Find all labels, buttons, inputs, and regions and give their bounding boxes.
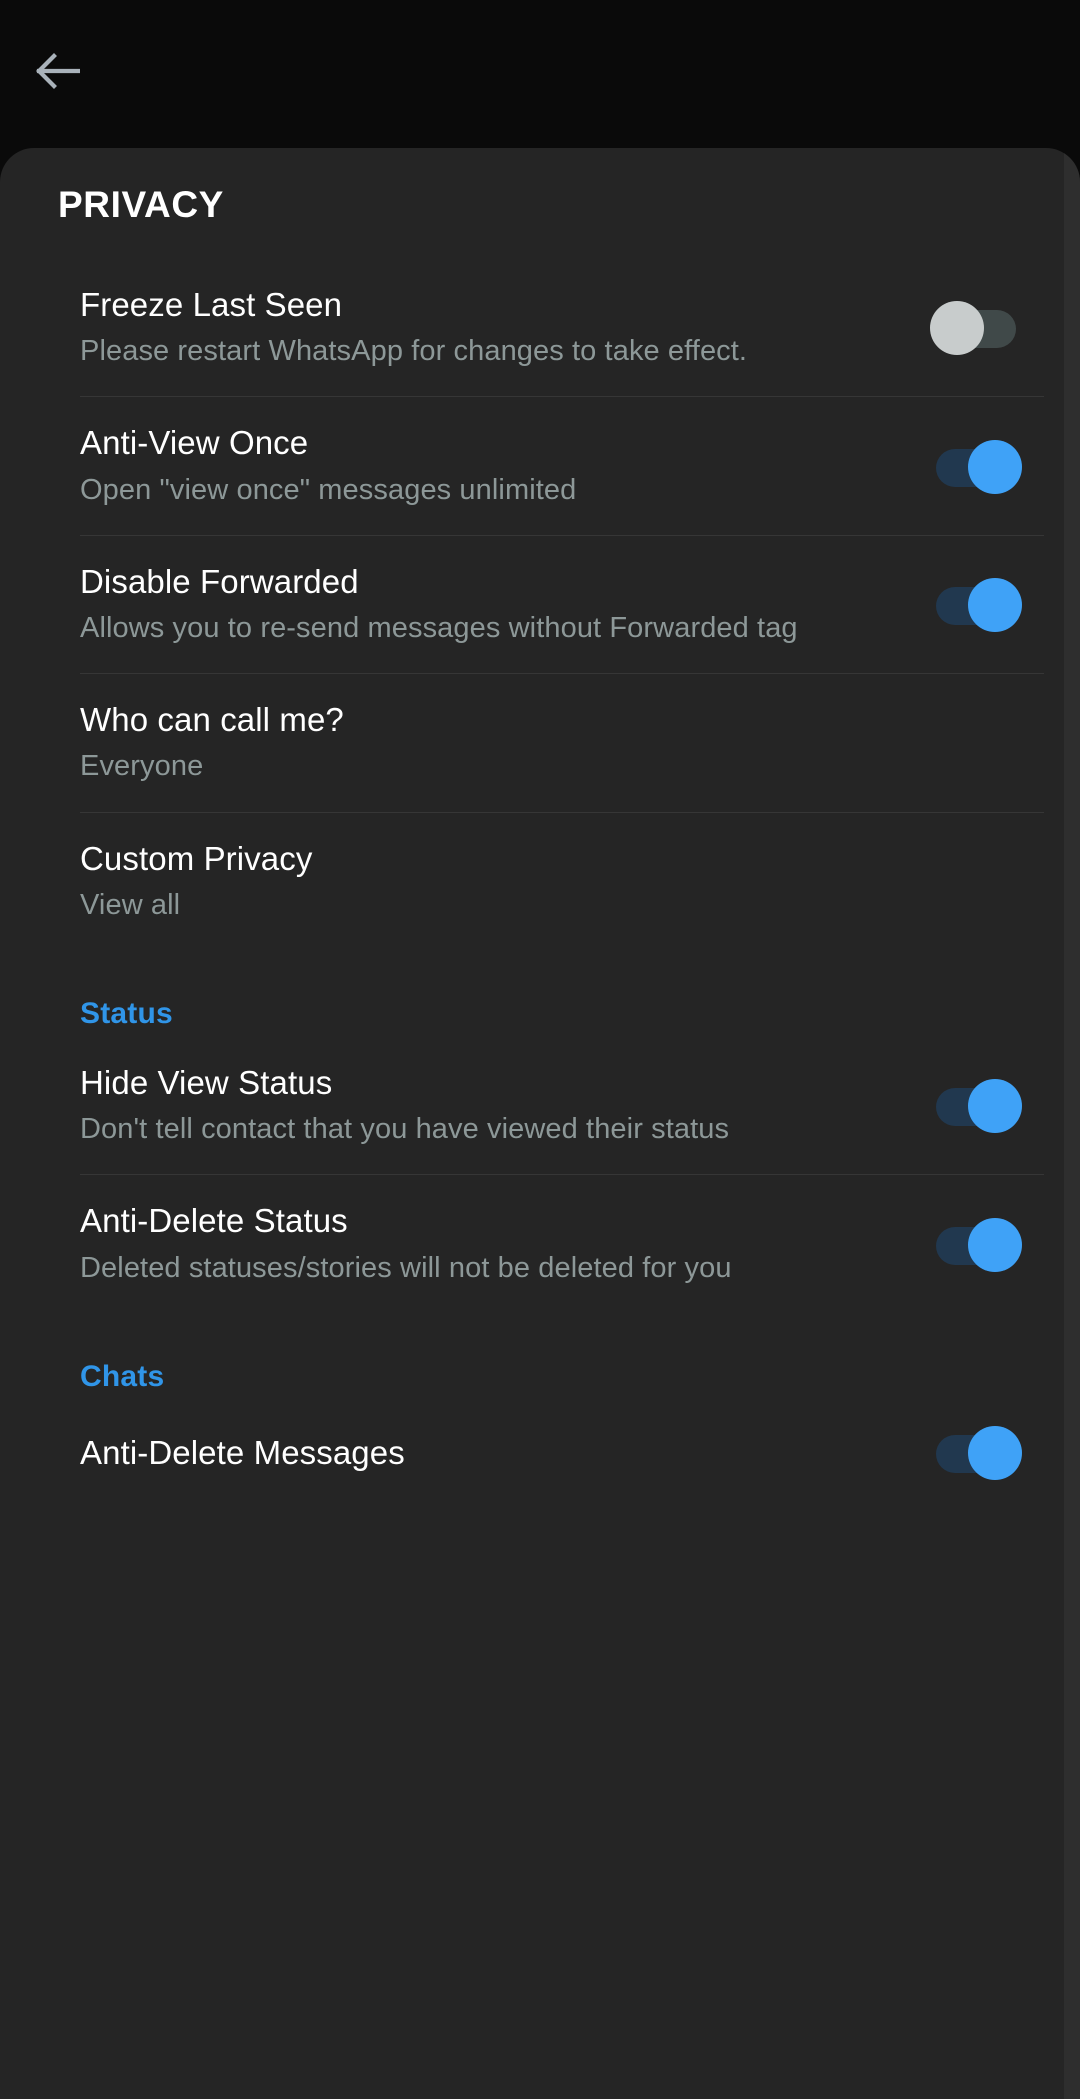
list-item-title: Hide View Status <box>80 1063 333 1101</box>
list-item-text: Anti-View Once Open "view once" messages… <box>80 423 830 509</box>
toggle-thumb <box>968 1425 1022 1480</box>
toggle-hide-view-status[interactable] <box>930 1079 1022 1134</box>
list-item-subtitle: Deleted statuses/stories will not be del… <box>80 1251 732 1284</box>
list-item-disable-forwarded[interactable]: Disable Forwarded Allows you to re-send … <box>80 536 1044 675</box>
list-item-title: Who can call me? <box>80 701 344 739</box>
list-item-anti-delete-messages[interactable]: Anti-Delete Messages <box>80 1400 1022 1480</box>
toggle-freeze-last-seen[interactable] <box>930 301 1022 356</box>
app-bar <box>0 0 1080 148</box>
list-item-subtitle: Allows you to re-send messages without F… <box>80 612 798 645</box>
toggle-thumb <box>968 439 1022 494</box>
toggle-thumb <box>968 577 1022 632</box>
list-item-anti-delete-status[interactable]: Anti-Delete Status Deleted statuses/stor… <box>80 1175 1022 1313</box>
toggle-anti-delete-messages[interactable] <box>930 1425 1022 1480</box>
list-item-title: Disable Forwarded <box>80 562 359 600</box>
list-item-text: Anti-Delete Status Deleted statuses/stor… <box>80 1201 830 1287</box>
section-header-status: Status <box>80 996 173 1030</box>
list-item-subtitle: Don't tell contact that you have viewed … <box>80 1113 730 1146</box>
list-item-text: Anti-Delete Messages <box>80 1433 830 1473</box>
toggle-anti-delete-status[interactable] <box>930 1217 1022 1272</box>
list-item-title: Freeze Last Seen <box>80 286 343 323</box>
list-item-freeze-last-seen[interactable]: Freeze Last Seen Please restart WhatsApp… <box>80 259 1044 398</box>
toggle-anti-view-once[interactable] <box>930 439 1022 494</box>
list-item-text: Disable Forwarded Allows you to re-send … <box>80 562 830 648</box>
list-item-value: Everyone <box>80 750 204 783</box>
page-title: PRIVACY <box>58 184 224 225</box>
list-item-value: View all <box>80 888 181 921</box>
toggle-thumb <box>930 301 984 356</box>
settings-content: PRIVACY Freeze Last Seen Please restart … <box>0 148 1080 1480</box>
list-item-text: Custom Privacy View all <box>80 839 830 925</box>
list-item-text: Freeze Last Seen Please restart WhatsApp… <box>80 285 830 371</box>
list-item-subtitle: Please restart WhatsApp for changes to t… <box>80 335 748 368</box>
section-header-chats: Chats <box>80 1359 165 1393</box>
list-item-custom-privacy[interactable]: Custom Privacy View all <box>80 813 1022 951</box>
toggle-disable-forwarded[interactable] <box>930 577 1022 632</box>
back-button[interactable] <box>22 36 92 106</box>
list-item-subtitle: Open "view once" messages unlimited <box>80 473 577 506</box>
phone-screen: PRIVACY Freeze Last Seen Please restart … <box>0 0 1080 2099</box>
list-item-hide-view-status[interactable]: Hide View Status Don't tell contact that… <box>80 1037 1044 1176</box>
list-item-title: Custom Privacy <box>80 839 313 877</box>
list-item-title: Anti-Delete Messages <box>80 1433 405 1471</box>
settings-card: PRIVACY Freeze Last Seen Please restart … <box>0 148 1080 2099</box>
list-item-title: Anti-View Once <box>80 424 309 462</box>
list-item-anti-view-once[interactable]: Anti-View Once Open "view once" messages… <box>80 397 1044 537</box>
list-item-who-can-call-me[interactable]: Who can call me? Everyone <box>80 674 1044 813</box>
toggle-thumb <box>968 1079 1022 1134</box>
list-item-text: Who can call me? Everyone <box>80 700 830 786</box>
toggle-thumb <box>968 1217 1022 1272</box>
settings-list: Freeze Last Seen Please restart WhatsApp… <box>0 259 1080 1480</box>
arrow-left-icon <box>34 51 80 91</box>
list-item-title: Anti-Delete Status <box>80 1202 348 1240</box>
list-item-text: Hide View Status Don't tell contact that… <box>80 1063 830 1149</box>
